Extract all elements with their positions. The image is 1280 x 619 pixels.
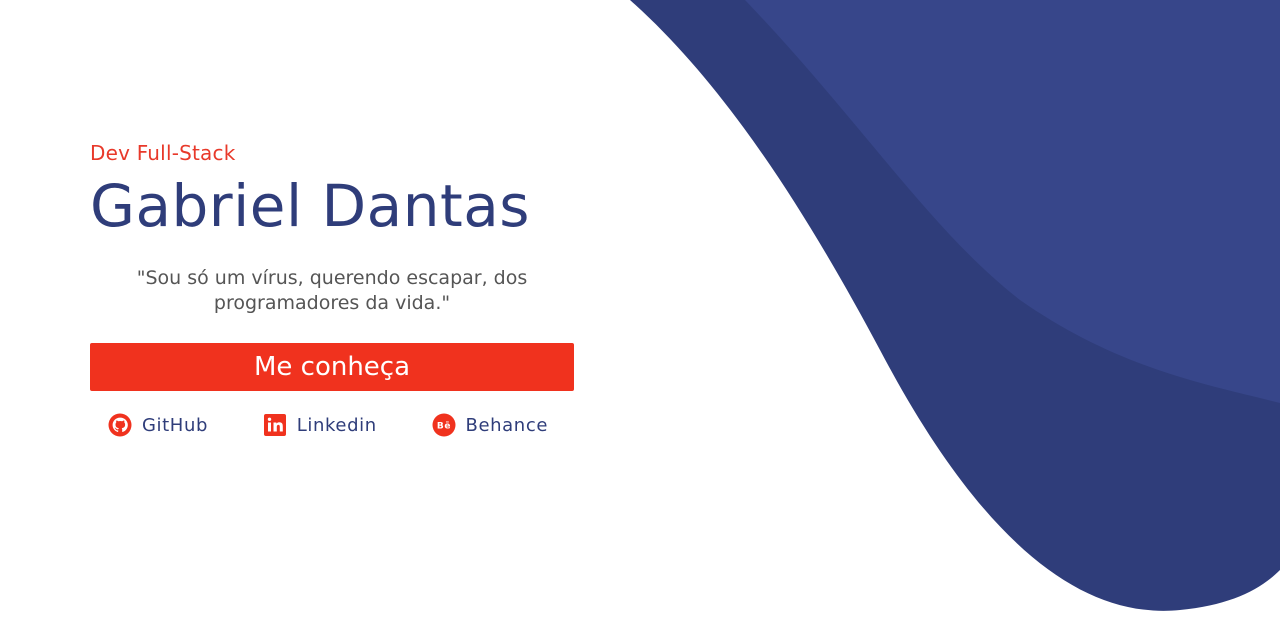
behance-link[interactable]: Bē Behance [432,413,548,437]
linkedin-label: Linkedin [296,414,377,436]
me-conheca-button[interactable]: Me conheça [90,343,574,391]
role-subtitle: Dev Full-Stack [90,141,236,165]
page-title: Gabriel Dantas [90,172,530,240]
quote-text: "Sou só um vírus, querendo escapar, dos … [136,267,528,314]
landing-page: Dev Full-Stack Gabriel Dantas "Sou só um… [0,0,1280,619]
svg-text:Bē: Bē [436,422,450,432]
behance-label: Behance [465,414,548,436]
linkedin-icon [263,414,286,436]
linkedin-link[interactable]: Linkedin [263,413,377,437]
behance-icon: Bē [432,413,456,437]
github-link[interactable]: GitHub [108,413,208,437]
hero-section: Dev Full-Stack Gabriel Dantas "Sou só um… [90,140,574,437]
social-links: GitHub Linkedin Bē Behance [90,413,574,437]
github-label: GitHub [142,414,208,436]
github-icon [108,413,132,437]
